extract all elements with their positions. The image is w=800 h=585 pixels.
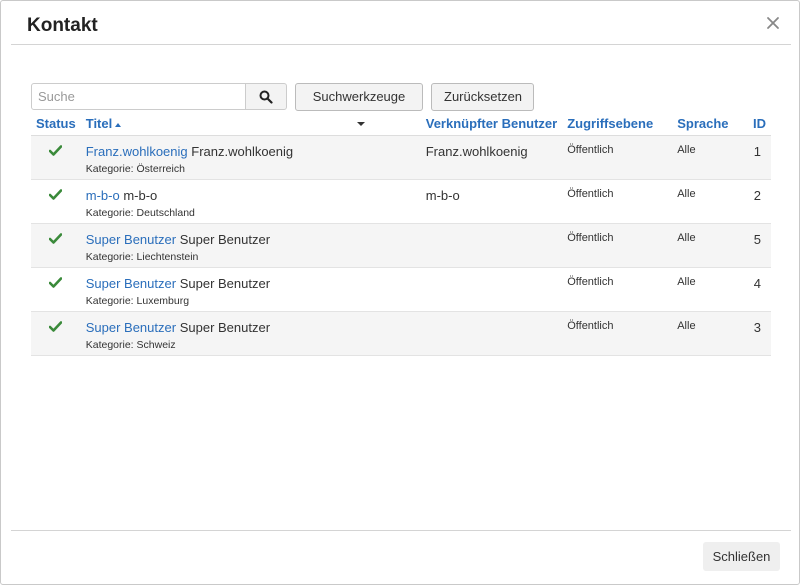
table-row: Super Benutzer Super Benutzer Kategorie: … (31, 311, 771, 356)
sort-ascending-icon (115, 122, 122, 127)
language: Alle (672, 223, 748, 268)
contact-category: Kategorie: Liechtenstein (85, 250, 199, 263)
title-cell: Super Benutzer Super Benutzer Kategorie: … (80, 223, 421, 268)
check-icon[interactable] (49, 188, 63, 203)
table-row: Super Benutzer Super Benutzer Kategorie: … (31, 223, 771, 268)
search-tools-label: Suchwerkzeuge (312, 89, 406, 104)
contact-name: Super Benutzer (179, 275, 271, 291)
contact-id: 3 (747, 311, 771, 356)
language: Alle (672, 179, 748, 224)
footer-divider (11, 530, 791, 531)
contact-id: 2 (747, 179, 771, 224)
contact-category: Kategorie: Schweiz (85, 338, 176, 351)
title-cell: Super Benutzer Super Benutzer Kategorie: … (80, 267, 421, 312)
check-icon[interactable] (49, 320, 63, 335)
modal-title: Kontakt (27, 15, 98, 36)
contact-title-link[interactable]: Super Benutzer (86, 320, 176, 335)
contacts-table: Status Titel Verknüpfter Benutzer Zugrif… (31, 113, 771, 356)
contact-title-link[interactable]: m-b-o (86, 188, 120, 203)
title-cell: Super Benutzer Super Benutzer Kategorie: … (80, 311, 421, 356)
access-level: Öffentlich (562, 267, 673, 312)
column-header-user[interactable]: Verknüpfter Benutzer (420, 113, 563, 136)
contact-name: Super Benutzer (179, 319, 271, 335)
contact-name: m-b-o (123, 187, 158, 203)
contact-category: Kategorie: Deutschland (85, 206, 195, 219)
linked-user (420, 223, 563, 268)
column-header-access[interactable]: Zugriffsebene (562, 113, 673, 136)
check-icon[interactable] (49, 276, 63, 291)
check-icon[interactable] (49, 144, 63, 159)
access-level: Öffentlich (562, 311, 673, 356)
search-tools-button[interactable]: Suchwerkzeuge (295, 83, 423, 126)
column-header-language[interactable]: Sprache (672, 113, 748, 136)
close-icon[interactable] (763, 13, 783, 33)
column-header-id[interactable]: ID (747, 113, 771, 136)
contact-category: Kategorie: Österreich (85, 162, 185, 175)
table-row: Franz.wohlkoenig Franz.wohlkoenig Kategor… (31, 135, 771, 180)
column-header-titel-label: Titel (85, 116, 113, 132)
language: Alle (672, 311, 748, 356)
modal-dialog: Kontakt Suchwerkzeuge Zurücksetzen Statu… (0, 0, 800, 585)
contact-title-link[interactable]: Super Benutzer (86, 276, 176, 291)
linked-user (420, 311, 563, 356)
access-level: Öffentlich (562, 223, 673, 268)
access-level: Öffentlich (562, 135, 673, 180)
check-icon[interactable] (49, 232, 63, 247)
contact-title-link[interactable]: Super Benutzer (86, 232, 176, 247)
status-cell (31, 135, 81, 180)
contact-name: Super Benutzer (179, 231, 271, 247)
contact-title-link[interactable]: Franz.wohlkoenig (86, 144, 188, 159)
contact-id: 5 (747, 223, 771, 268)
reset-button[interactable]: Zurücksetzen (431, 83, 534, 111)
linked-user: m-b-o (420, 179, 563, 224)
contact-id: 4 (747, 267, 771, 312)
access-level: Öffentlich (562, 179, 673, 224)
language: Alle (672, 135, 748, 180)
table-row: m-b-o m-b-o Kategorie: Deutschland m-b-o Öf… (31, 179, 771, 224)
status-cell (31, 179, 81, 224)
linked-user: Franz.wohlkoenig (420, 135, 563, 180)
status-cell (31, 267, 81, 312)
close-button[interactable]: Schließen (703, 542, 780, 571)
search-button[interactable] (245, 83, 287, 110)
modal-header: Kontakt (11, 1, 791, 45)
linked-user (420, 267, 563, 312)
table-row: Super Benutzer Super Benutzer Kategorie: … (31, 267, 771, 312)
column-header-titel[interactable]: Titel (80, 113, 421, 136)
search-icon (259, 90, 273, 104)
title-cell: m-b-o m-b-o Kategorie: Deutschland (80, 179, 421, 224)
contact-name: Franz.wohlkoenig (191, 143, 294, 159)
search-input[interactable] (31, 83, 246, 110)
language: Alle (672, 267, 748, 312)
contact-category: Kategorie: Luxemburg (85, 294, 190, 307)
contact-id: 1 (747, 135, 771, 180)
status-cell (31, 311, 81, 356)
column-header-status[interactable]: Status (31, 113, 81, 136)
status-cell (31, 223, 81, 268)
title-cell: Franz.wohlkoenig Franz.wohlkoenig Kategor… (80, 135, 421, 180)
